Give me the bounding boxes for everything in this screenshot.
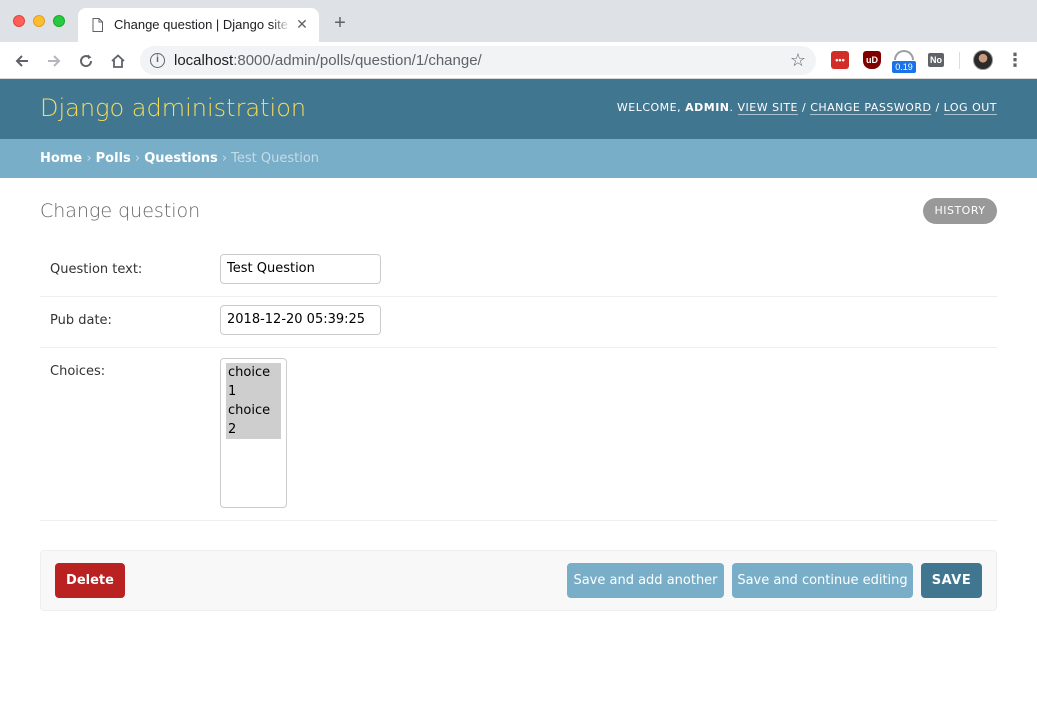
toolbar-divider [959,52,960,69]
breadcrumb-separator: › [82,151,96,166]
save-and-add-another-button[interactable]: Save and add another [567,563,724,598]
window-zoom-button[interactable] [53,15,65,27]
welcome-text: WELCOME, [616,101,686,114]
delete-button[interactable]: Delete [55,563,125,598]
page-icon [92,18,103,32]
choice-option[interactable]: choice 1 [226,363,281,401]
change-password-link[interactable]: CHANGE PASSWORD [810,101,932,115]
form-row-choices: Choices: choice 1 choice 2 [40,348,997,521]
speed-extension-icon[interactable]: 0.19 [892,48,916,73]
menu-dots-icon[interactable]: ⋮ [1006,50,1024,70]
breadcrumb-trail: Home › Polls › Questions › Test Question [40,151,319,166]
breadcrumb-separator: › [130,151,145,166]
user-tools-sep: / [931,101,944,114]
star-icon[interactable]: ☆ [788,50,808,70]
window-minimize-button[interactable] [33,15,45,27]
breadcrumb-home[interactable]: Home [40,151,82,166]
browser-toolbar: i localhost:8000/admin/polls/question/1/… [0,42,1037,79]
history-button[interactable]: HISTORY [923,198,997,224]
ublock-extension-icon[interactable]: uD [863,51,881,69]
choice-option[interactable]: choice 2 [226,401,281,439]
breadcrumb-questions[interactable]: Questions [144,151,217,166]
log-out-link[interactable]: LOG OUT [943,101,997,115]
breadcrumb: Home › Polls › Questions › Test Question [0,139,1037,178]
browser-tab-active[interactable]: Change question | Django site admin ✕ [78,8,319,42]
user-tools: WELCOME, ADMIN. VIEW SITE / CHANGE PASSW… [616,101,997,115]
save-button[interactable]: SAVE [921,563,982,598]
user-tools-sep: / [798,101,811,114]
info-icon[interactable]: i [150,53,165,68]
forward-icon[interactable] [43,50,65,72]
admin-header: Django administration WELCOME, ADMIN. VI… [0,79,1037,139]
address-bar[interactable]: i localhost:8000/admin/polls/question/1/… [140,46,816,75]
question-text-input[interactable]: Test Question [220,254,381,284]
window-close-button[interactable] [13,15,25,27]
url-host: localhost [174,52,234,69]
page-content: Django administration WELCOME, ADMIN. VI… [0,79,1037,701]
speed-badge: 0.19 [892,61,916,73]
site-branding[interactable]: Django administration [40,94,306,122]
no-extension-icon[interactable]: No [928,53,944,67]
save-and-continue-button[interactable]: Save and continue editing [732,563,913,598]
home-icon[interactable] [107,50,129,72]
gauge-icon [894,50,914,60]
choices-multiselect[interactable]: choice 1 choice 2 [220,358,287,508]
url-path: :8000/admin/polls/question/1/change/ [233,52,482,69]
submit-row: Delete Save and add another Save and con… [40,550,997,611]
question-text-label: Question text: [50,262,143,277]
pub-date-label: Pub date: [50,313,112,328]
tab-close-icon[interactable]: ✕ [294,16,310,32]
reload-icon[interactable] [75,50,97,72]
browser-tabstrip: Change question | Django site admin ✕ + [0,0,1037,42]
welcome-suffix: . [729,101,738,114]
new-tab-icon[interactable]: + [330,13,350,33]
breadcrumb-polls[interactable]: Polls [96,151,131,166]
tab-title: Change question | Django site admin [114,17,290,32]
breadcrumb-current: Test Question [231,151,320,166]
form-row-question-text: Question text: Test Question [40,246,997,297]
form-row-pub-date: Pub date: 2018-12-20 05:39:25 [40,297,997,348]
page-title: Change question [40,200,201,222]
choices-label: Choices: [50,364,106,379]
back-icon[interactable] [11,50,33,72]
breadcrumb-separator: › [217,151,232,166]
pub-date-input[interactable]: 2018-12-20 05:39:25 [220,305,381,335]
lastpass-extension-icon[interactable]: ••• [831,51,849,69]
username: ADMIN [685,101,730,114]
url-text: localhost:8000/admin/polls/question/1/ch… [174,52,482,69]
profile-avatar[interactable] [973,50,993,70]
view-site-link[interactable]: VIEW SITE [737,101,798,115]
